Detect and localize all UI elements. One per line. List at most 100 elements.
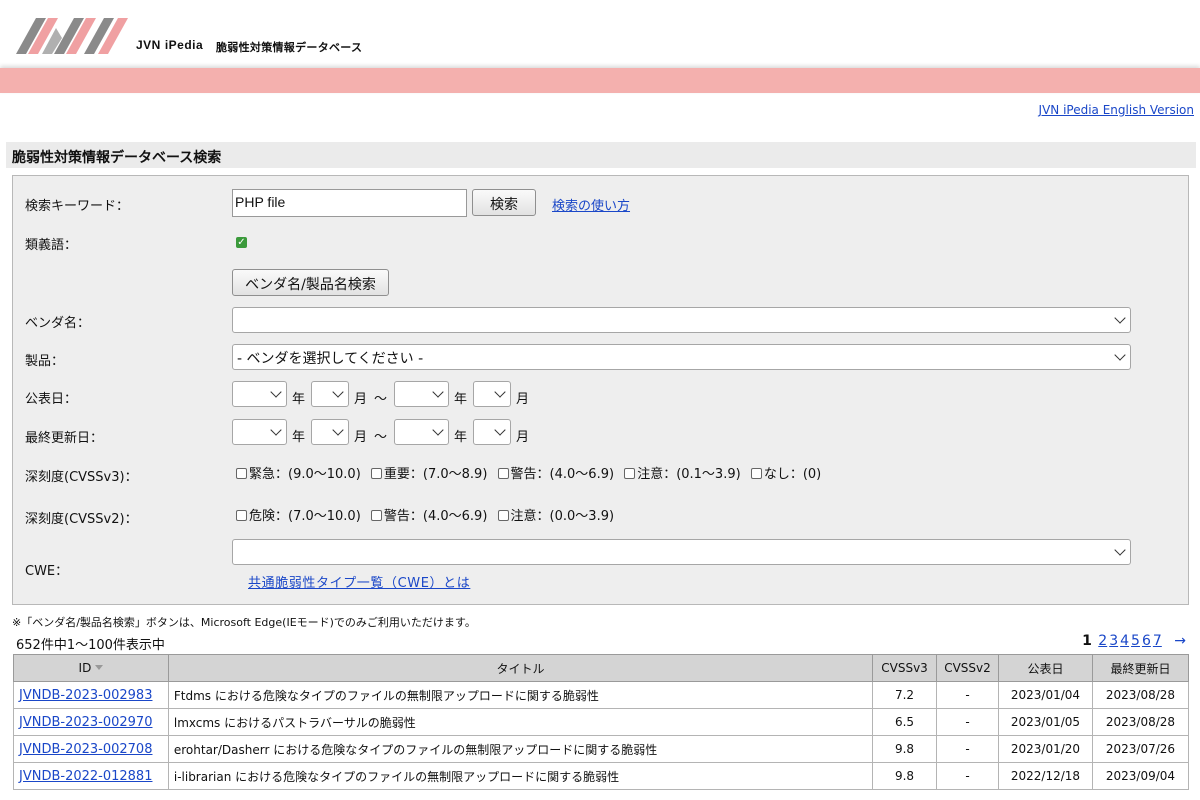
updated-to-month-select[interactable] <box>473 419 511 445</box>
search-button[interactable]: 検索 <box>472 189 536 216</box>
checkbox[interactable] <box>624 468 636 479</box>
column-header-cvss3: CVSSv3 <box>872 654 938 682</box>
page-current: 1 <box>1082 633 1092 649</box>
column-header-id[interactable]: ID <box>13 654 169 682</box>
chevron-down-icon <box>494 386 506 398</box>
option-label: 警告：(4.0〜6.9) <box>510 467 615 482</box>
unit-year: 年 <box>454 430 468 445</box>
sort-icon[interactable] <box>95 665 104 671</box>
cvss3-option-critical[interactable]: 緊急：(9.0〜10.0) <box>236 467 361 482</box>
cvss2-option-danger[interactable]: 危険：(7.0〜10.0) <box>236 509 361 524</box>
vuln-id-link[interactable]: JVNDB-2023-002708 <box>19 742 152 757</box>
unit-month: 月 <box>354 392 368 407</box>
ie-mode-note: ※「ベンダ名/製品名検索」ボタンは、Microsoft Edge(IEモード)で… <box>12 616 476 629</box>
updated-from-month-select[interactable] <box>311 419 349 445</box>
page-link[interactable]: 6 <box>1142 633 1151 649</box>
published-from-year-select[interactable] <box>232 381 287 407</box>
table-row: JVNDB-2022-012881 i-librarian における危険なタイプ… <box>13 762 1190 790</box>
page-link[interactable]: 3 <box>1109 633 1118 649</box>
next-page-arrow-icon[interactable]: → <box>1174 633 1186 649</box>
product-select-value: - ベンダを選択してください - <box>237 351 424 367</box>
column-header-label: ID <box>78 661 92 675</box>
updated-from-year-select[interactable] <box>232 419 287 445</box>
updated-cell: 2023/09/04 <box>1091 762 1190 790</box>
chevron-down-icon <box>1114 312 1126 324</box>
column-header-updated: 最終更新日 <box>1091 654 1190 682</box>
checkbox[interactable] <box>236 510 247 521</box>
cvss2-cell: - <box>936 681 999 709</box>
site-header: JVN iPedia 脆弱性対策情報データベース <box>0 0 1200 68</box>
page-link[interactable]: 2 <box>1098 633 1107 649</box>
column-header-published: 公表日 <box>997 654 1093 682</box>
cvss3-label: 深刻度(CVSSv3)： <box>25 470 138 485</box>
cvss3-option-caution[interactable]: 注意：(0.1〜3.9) <box>624 467 741 482</box>
jvn-logo-icon[interactable] <box>14 14 138 58</box>
updated-to-year-select[interactable] <box>394 419 449 445</box>
option-label: 重要：(7.0〜8.9) <box>383 467 488 482</box>
updated-date-label: 最終更新日： <box>25 431 104 446</box>
chevron-down-icon <box>494 424 506 436</box>
table-header-row: ID タイトル CVSSv3 CVSSv2 公表日 最終更新日 <box>13 654 1190 682</box>
cvss2-label: 深刻度(CVSSv2)： <box>25 512 138 527</box>
id-cell: JVNDB-2022-012881 <box>13 762 169 790</box>
option-label: 注意：(0.0〜3.9) <box>510 509 615 524</box>
page-title: 脆弱性対策情報データベース検索 <box>6 142 1196 168</box>
chevron-down-icon <box>270 386 282 398</box>
cvss3-options: 緊急：(9.0〜10.0) 重要：(7.0〜8.9) 警告：(4.0〜6.9) … <box>236 463 827 482</box>
option-label: なし：(0) <box>763 467 822 482</box>
cvss2-option-caution[interactable]: 注意：(0.0〜3.9) <box>497 509 615 524</box>
page-link[interactable]: 4 <box>1120 633 1129 649</box>
option-label: 注意：(0.1〜3.9) <box>637 467 741 482</box>
page-link[interactable]: 5 <box>1131 633 1140 649</box>
checkbox[interactable] <box>370 468 382 479</box>
unit-month: 月 <box>516 392 530 407</box>
vendor-select[interactable] <box>232 307 1131 333</box>
updated-cell: 2023/08/28 <box>1091 681 1190 709</box>
cvss2-option-warning[interactable]: 警告：(4.0〜6.9) <box>370 509 487 524</box>
title-cell: lmxcms におけるパストラバーサルの脆弱性 <box>167 708 874 736</box>
synonym-checkbox[interactable]: ✓ <box>236 237 247 248</box>
chevron-down-icon <box>432 386 444 398</box>
vendor-product-search-button[interactable]: ベンダ名/製品名検索 <box>232 269 389 296</box>
brand-subtitle: 脆弱性対策情報データベース <box>216 41 363 54</box>
pagination: 1 234567 → <box>1080 633 1186 649</box>
cvss2-cell: - <box>936 762 999 790</box>
id-cell: JVNDB-2023-002708 <box>13 735 169 763</box>
vuln-id-link[interactable]: JVNDB-2022-012881 <box>19 769 152 784</box>
cvss3-option-none[interactable]: なし：(0) <box>750 467 822 482</box>
cvss3-option-important[interactable]: 重要：(7.0〜8.9) <box>370 467 488 482</box>
checkbox[interactable] <box>750 468 762 479</box>
checkbox[interactable] <box>236 468 247 479</box>
keyword-label: 検索キーワード： <box>25 199 130 214</box>
published-to-year-select[interactable] <box>394 381 449 407</box>
vuln-id-link[interactable]: JVNDB-2023-002983 <box>19 688 152 703</box>
keyword-input[interactable]: PHP file <box>232 189 467 217</box>
checkbox[interactable] <box>497 468 509 479</box>
published-to-month-select[interactable] <box>473 381 511 407</box>
published-from-month-select[interactable] <box>311 381 349 407</box>
chevron-down-icon <box>1114 349 1126 361</box>
title-cell: erohtar/Dasherr における危険なタイプのファイルの無制限アップロー… <box>167 735 874 763</box>
unit-year: 年 <box>454 392 468 407</box>
english-version-link[interactable]: JVN iPedia English Version <box>1039 103 1194 117</box>
title-cell: i-librarian における危険なタイプのファイルの無制限アップロードに関す… <box>167 762 874 790</box>
product-select[interactable]: - ベンダを選択してください - <box>232 344 1131 370</box>
column-header-title: タイトル <box>167 654 874 682</box>
cwe-select[interactable] <box>232 539 1131 565</box>
vuln-id-link[interactable]: JVNDB-2023-002970 <box>19 715 152 730</box>
id-cell: JVNDB-2023-002983 <box>13 681 169 709</box>
cvss3-option-warning[interactable]: 警告：(4.0〜6.9) <box>497 467 615 482</box>
search-help-link[interactable]: 検索の使い方 <box>552 195 630 214</box>
brand-ipedia: iPedia <box>164 38 204 52</box>
checkbox[interactable] <box>370 510 382 521</box>
brand-jvn: JVN <box>136 38 161 52</box>
table-row: JVNDB-2023-002708 erohtar/Dasherr における危険… <box>13 735 1190 763</box>
checkbox[interactable] <box>497 510 509 521</box>
search-form: 検索キーワード： PHP file 検索 検索の使い方 類義語： ✓ ベンダ名/… <box>12 175 1189 605</box>
cwe-about-link[interactable]: 共通脆弱性タイプ一覧（CWE）とは <box>248 572 470 591</box>
header-accent-bar <box>0 68 1200 93</box>
page-link[interactable]: 7 <box>1153 633 1162 649</box>
cvss2-options: 危険：(7.0〜10.0) 警告：(4.0〜6.9) 注意：(0.0〜3.9) <box>236 505 620 524</box>
title-cell: Ftdms における危険なタイプのファイルの無制限アップロードに関する脆弱性 <box>167 681 874 709</box>
published-cell: 2023/01/04 <box>997 681 1093 709</box>
